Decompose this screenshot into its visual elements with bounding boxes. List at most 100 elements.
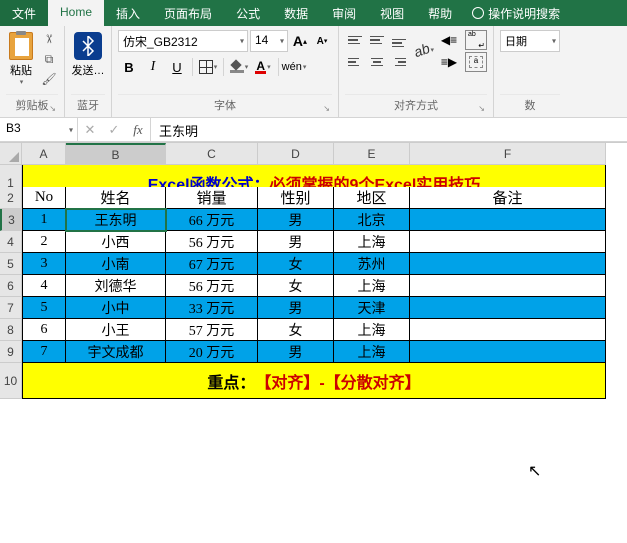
paste-button[interactable]: 粘贴 ▾ bbox=[6, 30, 36, 92]
decrease-font-button[interactable]: A▾ bbox=[312, 31, 332, 51]
cell[interactable]: 57 万元 bbox=[166, 319, 258, 341]
name-box[interactable]: B3▾ bbox=[0, 118, 78, 141]
borders-button[interactable]: ▾ bbox=[197, 56, 219, 78]
cell[interactable]: 女 bbox=[258, 275, 334, 297]
align-middle-button[interactable] bbox=[367, 30, 387, 50]
cell[interactable] bbox=[410, 231, 606, 253]
col-header-D[interactable]: D bbox=[258, 143, 334, 165]
cell[interactable]: 小王 bbox=[66, 319, 166, 341]
cell[interactable]: 20 万元 bbox=[166, 341, 258, 363]
footer-cell[interactable]: 重点： 【对齐】-【分散对齐】 bbox=[22, 363, 606, 399]
font-size-select[interactable]: 14▾ bbox=[250, 30, 288, 52]
cell[interactable]: 56 万元 bbox=[166, 275, 258, 297]
cell[interactable]: 北京 bbox=[334, 209, 410, 231]
cell[interactable] bbox=[410, 341, 606, 363]
cell[interactable]: 小中 bbox=[66, 297, 166, 319]
cell[interactable]: 女 bbox=[258, 253, 334, 275]
fill-color-button[interactable]: ▾ bbox=[228, 56, 250, 78]
cell[interactable]: 小南 bbox=[66, 253, 166, 275]
cell[interactable]: 苏州 bbox=[334, 253, 410, 275]
col-header-B[interactable]: B bbox=[66, 143, 166, 165]
row-header-6[interactable]: 6 bbox=[0, 275, 22, 297]
row-header-5[interactable]: 5 bbox=[0, 253, 22, 275]
cell[interactable]: 天津 bbox=[334, 297, 410, 319]
tab-insert[interactable]: 插入 bbox=[104, 0, 152, 26]
align-bottom-button[interactable] bbox=[389, 30, 409, 50]
select-all[interactable] bbox=[0, 143, 22, 165]
worksheet-grid[interactable]: A B C D E F 1 Excel函数公式： 必须掌握的9个Excel实用技… bbox=[0, 142, 627, 385]
number-format-select[interactable]: 日期▾ bbox=[500, 30, 560, 52]
cell[interactable]: 销量 bbox=[166, 187, 258, 209]
tell-me-search[interactable]: 操作说明搜索 bbox=[464, 0, 568, 26]
col-header-C[interactable]: C bbox=[166, 143, 258, 165]
cell[interactable]: 7 bbox=[22, 341, 66, 363]
tab-help[interactable]: 帮助 bbox=[416, 0, 464, 26]
cell[interactable]: 备注 bbox=[410, 187, 606, 209]
cell[interactable] bbox=[410, 319, 606, 341]
tab-formulas[interactable]: 公式 bbox=[224, 0, 272, 26]
cut-button[interactable]: ✂ bbox=[40, 30, 58, 48]
decrease-indent-button[interactable]: ◀≡ bbox=[439, 30, 459, 50]
tab-view[interactable]: 视图 bbox=[368, 0, 416, 26]
cell[interactable] bbox=[410, 253, 606, 275]
cell[interactable]: 1 bbox=[22, 209, 66, 231]
cell[interactable]: 6 bbox=[22, 319, 66, 341]
cell[interactable]: 宇文成都 bbox=[66, 341, 166, 363]
cell[interactable]: 上海 bbox=[334, 231, 410, 253]
col-header-F[interactable]: F bbox=[410, 143, 606, 165]
cell[interactable]: 小西 bbox=[66, 231, 166, 253]
cell-active[interactable]: 王东明 bbox=[66, 209, 166, 231]
col-header-A[interactable]: A bbox=[22, 143, 66, 165]
cell[interactable] bbox=[410, 209, 606, 231]
dialog-launcher-icon[interactable]: ↘ bbox=[478, 104, 485, 113]
cell[interactable]: 性别 bbox=[258, 187, 334, 209]
row-header-7[interactable]: 7 bbox=[0, 297, 22, 319]
tab-home[interactable]: Home bbox=[48, 0, 104, 26]
align-right-button[interactable] bbox=[389, 52, 409, 72]
insert-function-button[interactable]: fx bbox=[126, 122, 150, 138]
dialog-launcher-icon[interactable]: ↘ bbox=[49, 104, 56, 113]
cell[interactable]: 地区 bbox=[334, 187, 410, 209]
cell[interactable]: 上海 bbox=[334, 319, 410, 341]
tab-file[interactable]: 文件 bbox=[0, 0, 48, 26]
cell[interactable] bbox=[410, 275, 606, 297]
cell[interactable]: 刘德华 bbox=[66, 275, 166, 297]
tab-review[interactable]: 审阅 bbox=[320, 0, 368, 26]
row-header-4[interactable]: 4 bbox=[0, 231, 22, 253]
format-painter-button[interactable]: 🖌 bbox=[40, 70, 58, 88]
row-header-9[interactable]: 9 bbox=[0, 341, 22, 363]
align-center-button[interactable] bbox=[367, 52, 387, 72]
underline-button[interactable]: U bbox=[166, 56, 188, 78]
tab-page-layout[interactable]: 页面布局 bbox=[152, 0, 224, 26]
tab-data[interactable]: 数据 bbox=[272, 0, 320, 26]
cell[interactable]: 67 万元 bbox=[166, 253, 258, 275]
cell[interactable]: 66 万元 bbox=[166, 209, 258, 231]
row-header-10[interactable]: 10 bbox=[0, 363, 22, 399]
bold-button[interactable]: B bbox=[118, 56, 140, 78]
wrap-text-button[interactable] bbox=[465, 30, 487, 50]
cell[interactable]: 3 bbox=[22, 253, 66, 275]
orientation-button[interactable]: ab▾ bbox=[415, 30, 433, 70]
cancel-button[interactable]: ✕ bbox=[78, 122, 102, 138]
italic-button[interactable]: I bbox=[142, 56, 164, 78]
cell[interactable]: 男 bbox=[258, 297, 334, 319]
align-top-button[interactable] bbox=[345, 30, 365, 50]
phonetic-guide-button[interactable]: wén▾ bbox=[283, 56, 305, 78]
font-name-select[interactable]: 仿宋_GB2312▾ bbox=[118, 30, 248, 52]
cell[interactable]: 33 万元 bbox=[166, 297, 258, 319]
cell[interactable]: 5 bbox=[22, 297, 66, 319]
col-header-E[interactable]: E bbox=[334, 143, 410, 165]
increase-font-button[interactable]: A▴ bbox=[290, 31, 310, 51]
formula-input[interactable]: 王东明 bbox=[151, 118, 627, 141]
dialog-launcher-icon[interactable]: ↘ bbox=[323, 104, 330, 113]
copy-button[interactable]: ⧉ bbox=[40, 50, 58, 68]
font-color-button[interactable]: A▾ bbox=[252, 56, 274, 78]
cell[interactable]: No bbox=[22, 187, 66, 209]
row-header-2[interactable]: 2 bbox=[0, 187, 22, 209]
cell[interactable]: 56 万元 bbox=[166, 231, 258, 253]
cell[interactable]: 上海 bbox=[334, 341, 410, 363]
cell[interactable]: 姓名 bbox=[66, 187, 166, 209]
cell[interactable]: 男 bbox=[258, 231, 334, 253]
align-left-button[interactable] bbox=[345, 52, 365, 72]
cell[interactable] bbox=[410, 297, 606, 319]
